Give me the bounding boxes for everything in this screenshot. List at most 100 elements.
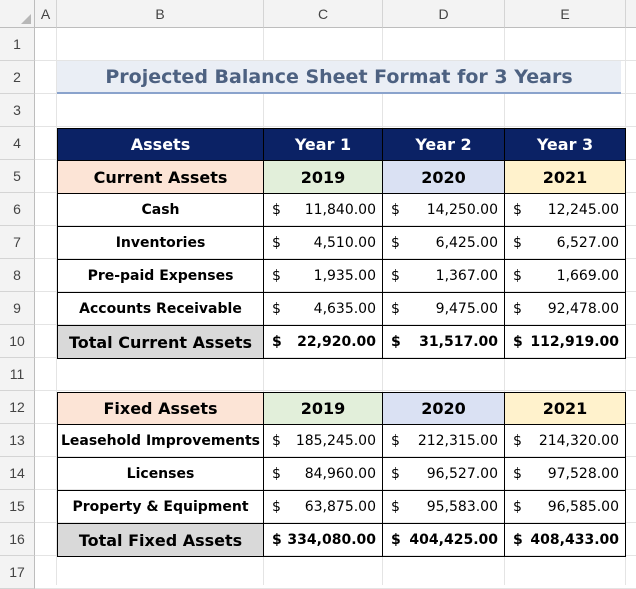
total-label[interactable]: Total Current Assets bbox=[57, 326, 264, 359]
row-header-1[interactable]: 1 bbox=[0, 28, 35, 61]
currency-symbol: $ bbox=[513, 433, 522, 449]
row-header-4[interactable]: 4 bbox=[0, 127, 35, 160]
currency-symbol: $ bbox=[391, 301, 400, 317]
row-label[interactable]: Leasehold Improvements bbox=[57, 425, 264, 458]
total-value-cell[interactable]: $112,919.00 bbox=[505, 326, 626, 359]
total-label[interactable]: Total Fixed Assets bbox=[57, 524, 264, 557]
year-1-header[interactable]: Year 1 bbox=[264, 128, 383, 161]
select-all-corner[interactable] bbox=[0, 0, 35, 28]
row-header-10[interactable]: 10 bbox=[0, 325, 35, 358]
year-2019-cell[interactable]: 2019 bbox=[264, 161, 383, 194]
total-value-cell[interactable]: $408,433.00 bbox=[505, 524, 626, 557]
row-header-14[interactable]: 14 bbox=[0, 457, 35, 490]
row-label[interactable]: Property & Equipment bbox=[57, 491, 264, 524]
row-label[interactable]: Pre-paid Expenses bbox=[57, 260, 264, 293]
column-header-c[interactable]: C bbox=[264, 0, 383, 28]
value-cell[interactable]: $95,583.00 bbox=[383, 491, 505, 524]
row-header-17[interactable]: 17 bbox=[0, 556, 35, 589]
value-cell[interactable]: $92,478.00 bbox=[505, 293, 626, 326]
amount: 97,528.00 bbox=[547, 466, 619, 482]
currency-symbol: $ bbox=[391, 499, 400, 515]
row-header-8[interactable]: 8 bbox=[0, 259, 35, 292]
row-header-16[interactable]: 16 bbox=[0, 523, 35, 556]
row-header-13[interactable]: 13 bbox=[0, 424, 35, 457]
row-header-9[interactable]: 9 bbox=[0, 292, 35, 325]
value-cell[interactable]: $84,960.00 bbox=[264, 458, 383, 491]
row-label[interactable]: Cash bbox=[57, 194, 264, 227]
currency-symbol: $ bbox=[391, 532, 401, 548]
amount: 334,080.00 bbox=[287, 532, 376, 548]
value-cell[interactable]: $214,320.00 bbox=[505, 425, 626, 458]
column-header-a[interactable]: A bbox=[35, 0, 57, 28]
fixed-assets-label[interactable]: Fixed Assets bbox=[57, 392, 264, 425]
amount: 96,585.00 bbox=[547, 499, 619, 515]
year-3-header[interactable]: Year 3 bbox=[505, 128, 626, 161]
row-header-7[interactable]: 7 bbox=[0, 226, 35, 259]
value-cell[interactable]: $97,528.00 bbox=[505, 458, 626, 491]
value-cell[interactable]: $212,315.00 bbox=[383, 425, 505, 458]
column-header-e[interactable]: E bbox=[505, 0, 626, 28]
amount: 112,919.00 bbox=[530, 334, 619, 350]
row-label[interactable]: Accounts Receivable bbox=[57, 293, 264, 326]
currency-symbol: $ bbox=[513, 301, 522, 317]
amount: 11,840.00 bbox=[304, 202, 376, 218]
row-header-5[interactable]: 5 bbox=[0, 160, 35, 193]
value-cell[interactable]: $1,669.00 bbox=[505, 260, 626, 293]
currency-symbol: $ bbox=[272, 532, 282, 548]
assets-header[interactable]: Assets bbox=[57, 128, 264, 161]
amount: 92,478.00 bbox=[547, 301, 619, 317]
value-cell[interactable]: $1,935.00 bbox=[264, 260, 383, 293]
amount: 408,433.00 bbox=[530, 532, 619, 548]
year-2020-cell[interactable]: 2020 bbox=[383, 392, 505, 425]
row-label[interactable]: Licenses bbox=[57, 458, 264, 491]
value-cell[interactable]: $4,510.00 bbox=[264, 227, 383, 260]
row-header-11[interactable]: 11 bbox=[0, 358, 35, 391]
currency-symbol: $ bbox=[272, 235, 281, 251]
value-cell[interactable]: $63,875.00 bbox=[264, 491, 383, 524]
row-header-3[interactable]: 3 bbox=[0, 94, 35, 127]
currency-symbol: $ bbox=[513, 466, 522, 482]
row-header-15[interactable]: 15 bbox=[0, 490, 35, 523]
amount: 1,669.00 bbox=[556, 268, 619, 284]
currency-symbol: $ bbox=[272, 334, 282, 350]
year-2020-cell[interactable]: 2020 bbox=[383, 161, 505, 194]
row-label[interactable]: Inventories bbox=[57, 227, 264, 260]
currency-symbol: $ bbox=[391, 268, 400, 284]
year-2021-cell[interactable]: 2021 bbox=[505, 161, 626, 194]
total-value-cell[interactable]: $334,080.00 bbox=[264, 524, 383, 557]
value-cell[interactable]: $14,250.00 bbox=[383, 194, 505, 227]
value-cell[interactable]: $185,245.00 bbox=[264, 425, 383, 458]
column-header-f[interactable] bbox=[626, 0, 636, 28]
year-2021-cell[interactable]: 2021 bbox=[505, 392, 626, 425]
value-cell[interactable]: $4,635.00 bbox=[264, 293, 383, 326]
year-2019-cell[interactable]: 2019 bbox=[264, 392, 383, 425]
amount: 212,315.00 bbox=[417, 433, 498, 449]
value-cell[interactable]: $1,367.00 bbox=[383, 260, 505, 293]
value-cell[interactable]: $96,585.00 bbox=[505, 491, 626, 524]
column-header-b[interactable]: B bbox=[57, 0, 264, 28]
value-cell[interactable]: $11,840.00 bbox=[264, 194, 383, 227]
year-2-header[interactable]: Year 2 bbox=[383, 128, 505, 161]
currency-symbol: $ bbox=[272, 499, 281, 515]
gridline-row bbox=[35, 126, 636, 127]
value-cell[interactable]: $96,527.00 bbox=[383, 458, 505, 491]
amount: 84,960.00 bbox=[304, 466, 376, 482]
spreadsheet: A B C D E 1 2 3 4 5 6 7 8 9 10 11 12 13 14 15 16 17 Proj… bbox=[0, 0, 636, 589]
row-header-6[interactable]: 6 bbox=[0, 193, 35, 226]
current-assets-label[interactable]: Current Assets bbox=[57, 161, 264, 194]
total-value-cell[interactable]: $31,517.00 bbox=[383, 326, 505, 359]
value-cell[interactable]: $6,425.00 bbox=[383, 227, 505, 260]
amount: 1,367.00 bbox=[435, 268, 498, 284]
value-cell[interactable]: $12,245.00 bbox=[505, 194, 626, 227]
row-header-12[interactable]: 12 bbox=[0, 391, 35, 424]
amount: 4,510.00 bbox=[313, 235, 376, 251]
currency-symbol: $ bbox=[513, 532, 523, 548]
value-cell[interactable]: $6,527.00 bbox=[505, 227, 626, 260]
amount: 22,920.00 bbox=[297, 334, 376, 350]
total-value-cell[interactable]: $22,920.00 bbox=[264, 326, 383, 359]
currency-symbol: $ bbox=[272, 466, 281, 482]
row-header-2[interactable]: 2 bbox=[0, 61, 35, 94]
total-value-cell[interactable]: $404,425.00 bbox=[383, 524, 505, 557]
value-cell[interactable]: $9,475.00 bbox=[383, 293, 505, 326]
column-header-d[interactable]: D bbox=[383, 0, 505, 28]
